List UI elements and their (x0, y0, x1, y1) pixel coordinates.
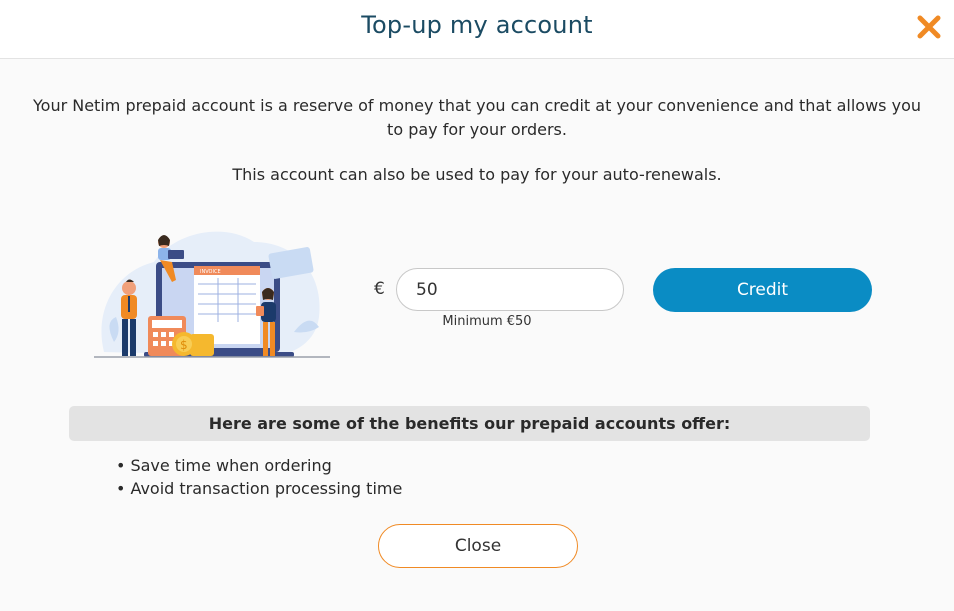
minimum-amount-label: Minimum €50 (442, 314, 532, 329)
auto-renewal-text: This account can also be used to pay for… (232, 165, 722, 184)
benefits-header: Here are some of the benefits our prepai… (69, 406, 870, 441)
modal-title: Top-up my account (361, 11, 593, 39)
benefits-title: Here are some of the benefits our prepai… (208, 414, 731, 433)
amount-input[interactable] (396, 268, 624, 311)
currency-symbol: € (374, 279, 385, 299)
modal-header: Top-up my account (0, 0, 954, 59)
close-icon[interactable] (916, 14, 942, 40)
benefits-list: Save time when ordering Avoid transactio… (128, 454, 402, 500)
close-button[interactable]: Close (378, 524, 578, 568)
credit-button[interactable]: Credit (653, 268, 872, 312)
invoice-label: INVOICE (200, 269, 221, 275)
list-item: Save time when ordering (128, 454, 402, 477)
svg-text:$: $ (180, 338, 188, 352)
list-item: Avoid transaction processing time (128, 477, 402, 500)
invoice-illustration: INVOICE $ (94, 231, 330, 358)
intro-text: Your Netim prepaid account is a reserve … (33, 96, 921, 139)
